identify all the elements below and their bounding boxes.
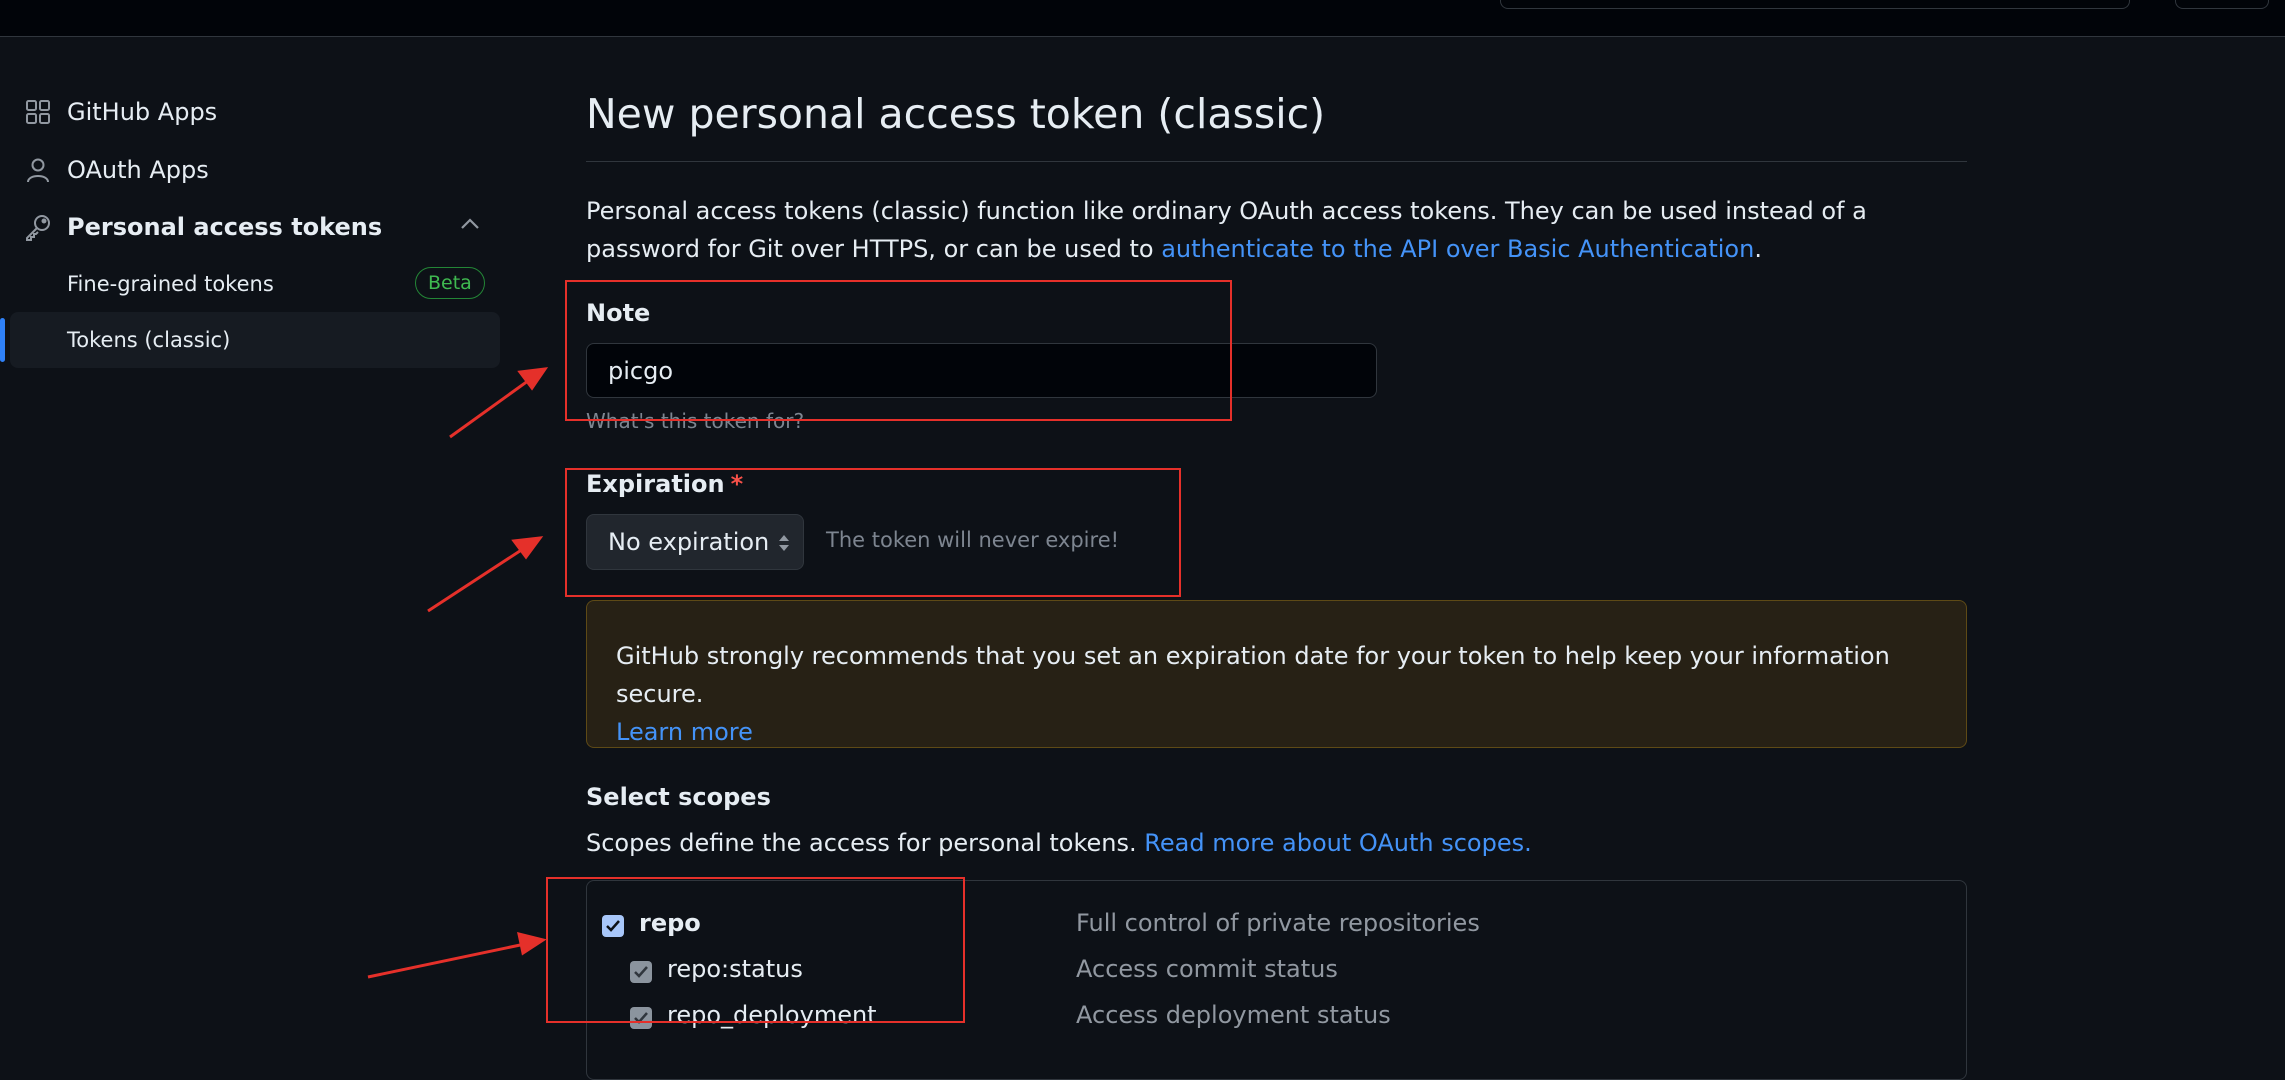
annotation-box-expiration bbox=[565, 468, 1181, 597]
scopes-title: Select scopes bbox=[586, 783, 771, 811]
arrow-line-note bbox=[449, 376, 533, 439]
sidebar-item-personal-access-tokens[interactable]: Personal access tokens bbox=[10, 199, 500, 255]
chevron-up-icon[interactable] bbox=[459, 213, 481, 235]
beta-badge: Beta bbox=[415, 267, 485, 299]
arrow-line-scopes bbox=[367, 942, 526, 979]
warning-text: GitHub strongly recommends that you set … bbox=[616, 637, 1936, 751]
person-icon bbox=[27, 158, 49, 183]
description-suffix: . bbox=[1754, 235, 1762, 263]
apps-grid-icon bbox=[26, 100, 50, 124]
annotation-box-note bbox=[565, 280, 1232, 421]
oauth-scopes-link[interactable]: Read more about OAuth scopes. bbox=[1144, 829, 1531, 857]
sidebar-item-tokens-classic[interactable]: Tokens (classic) bbox=[10, 312, 500, 368]
top-header-button[interactable] bbox=[2175, 0, 2269, 9]
sidebar-item-label: Tokens (classic) bbox=[67, 328, 231, 352]
arrow-head-note bbox=[517, 367, 549, 391]
title-divider bbox=[586, 161, 1967, 162]
arrow-line-expiration bbox=[427, 545, 527, 613]
expiration-warning: GitHub strongly recommends that you set … bbox=[586, 600, 1967, 748]
basic-auth-link[interactable]: authenticate to the API over Basic Authe… bbox=[1161, 235, 1754, 263]
page-description: Personal access tokens (classic) functio… bbox=[586, 192, 1976, 268]
sidebar-item-github-apps[interactable]: GitHub Apps bbox=[10, 84, 500, 140]
sidebar-item-label: Fine-grained tokens bbox=[67, 272, 274, 296]
sidebar-item-label: OAuth Apps bbox=[67, 156, 209, 184]
top-search-box[interactable] bbox=[1500, 0, 2130, 9]
sidebar-item-oauth-apps[interactable]: OAuth Apps bbox=[10, 142, 500, 198]
warning-message: GitHub strongly recommends that you set … bbox=[616, 642, 1890, 708]
sidebar-item-label: Personal access tokens bbox=[67, 213, 383, 241]
scope-description: Access commit status bbox=[1076, 955, 1338, 983]
page-title: New personal access token (classic) bbox=[586, 90, 1326, 138]
scope-description: Full control of private repositories bbox=[1076, 909, 1480, 937]
annotation-box-scopes bbox=[546, 877, 965, 1023]
scopes-desc-text: Scopes define the access for personal to… bbox=[586, 829, 1145, 857]
sidebar-item-label: GitHub Apps bbox=[67, 98, 218, 126]
scope-description: Access deployment status bbox=[1076, 1001, 1391, 1029]
scopes-description: Scopes define the access for personal to… bbox=[586, 829, 1532, 857]
active-indicator bbox=[0, 318, 5, 362]
learn-more-link[interactable]: Learn more bbox=[616, 718, 753, 746]
top-header-bar bbox=[0, 0, 2285, 37]
key-icon bbox=[26, 215, 50, 241]
arrow-head-expiration bbox=[511, 536, 544, 560]
arrow-head-scopes bbox=[517, 931, 547, 956]
